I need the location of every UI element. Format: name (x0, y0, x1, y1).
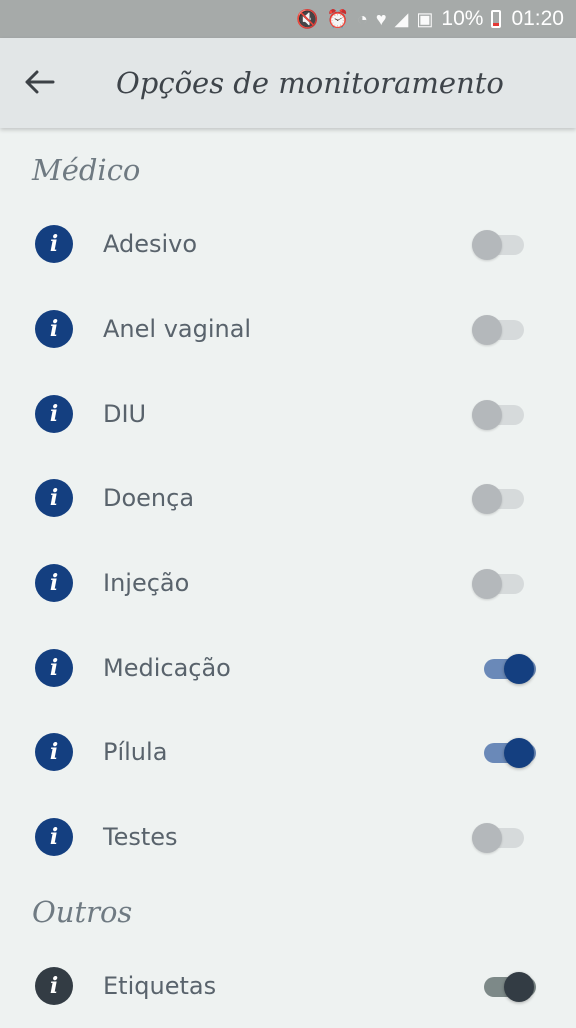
toggle-switch[interactable] (472, 402, 524, 426)
status-bar: 🔇 ⏰ ◔ ♥ ◢ ▣ 10% 01:20 (0, 0, 576, 38)
photo-icon: ▣ (416, 9, 433, 30)
info-icon[interactable]: i (35, 564, 73, 602)
toggle-switch[interactable] (472, 974, 524, 998)
toggle-knob (504, 972, 534, 1002)
toggle-switch[interactable] (472, 656, 524, 680)
toggle-knob (472, 569, 502, 599)
option-row: iDoença (0, 456, 576, 541)
option-row: iEtiquetas (0, 944, 576, 1028)
info-icon[interactable]: i (35, 225, 73, 263)
toggle-switch[interactable] (472, 317, 524, 341)
option-row: iPílula (0, 710, 576, 795)
toggle-switch[interactable] (472, 825, 524, 849)
battery-icon (491, 10, 501, 28)
toggle-switch[interactable] (472, 571, 524, 595)
option-row: iInjeção (0, 541, 576, 626)
toggle-knob (472, 484, 502, 514)
info-icon[interactable]: i (35, 967, 73, 1005)
info-icon[interactable]: i (35, 818, 73, 856)
wifi-icon: ◔ (357, 9, 368, 30)
info-icon[interactable]: i (35, 310, 73, 348)
option-row: iTestes (0, 795, 576, 880)
toggle-knob (472, 230, 502, 260)
signal-icon: ◢ (395, 9, 409, 30)
toggle-knob (472, 315, 502, 345)
toggle-knob (472, 400, 502, 430)
toggle-knob (504, 738, 534, 768)
arrow-left-icon (25, 64, 55, 102)
section-title: Outros (0, 880, 576, 944)
info-icon[interactable]: i (35, 733, 73, 771)
health-icon: ♥ (376, 9, 387, 30)
page-title: Opções de monitoramento (116, 66, 504, 100)
back-button[interactable] (0, 38, 80, 128)
mute-icon: 🔇 (296, 9, 318, 30)
toggle-switch[interactable] (472, 740, 524, 764)
toggle-switch[interactable] (472, 232, 524, 256)
alarm-icon: ⏰ (327, 9, 349, 30)
option-row: iAdesivo (0, 202, 576, 287)
app-bar: Opções de monitoramento (0, 38, 576, 128)
option-row: iMedicação (0, 625, 576, 710)
status-time: 01:20 (511, 7, 564, 31)
option-row: iDIU (0, 371, 576, 456)
info-icon[interactable]: i (35, 649, 73, 687)
section-title: Médico (0, 138, 576, 202)
toggle-knob (504, 654, 534, 684)
toggle-knob (472, 823, 502, 853)
info-icon[interactable]: i (35, 395, 73, 433)
options-list: MédicoiAdesivoiAnel vaginaliDIUiDoençaiI… (0, 138, 576, 1028)
info-icon[interactable]: i (35, 479, 73, 517)
option-row: iAnel vaginal (0, 287, 576, 372)
toggle-switch[interactable] (472, 486, 524, 510)
battery-percent: 10% (441, 7, 483, 31)
